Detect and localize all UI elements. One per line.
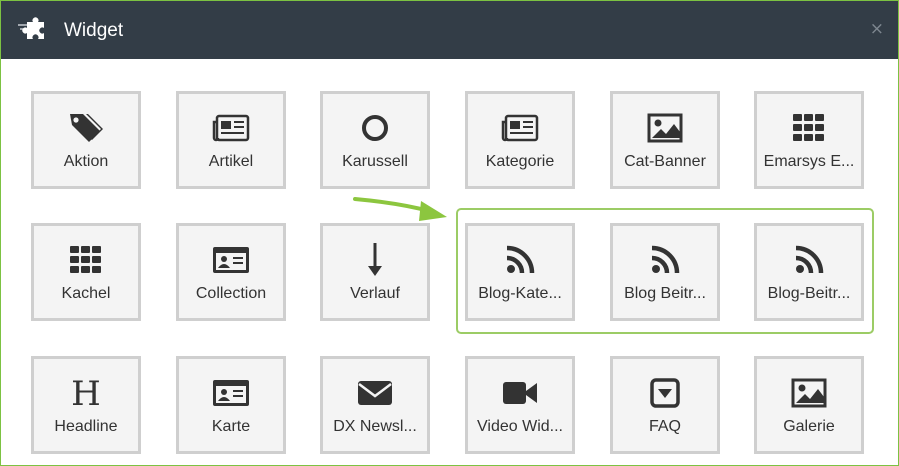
image-icon — [613, 111, 717, 145]
widget-tile[interactable]: Kategorie — [465, 91, 575, 189]
widget-tile-label: FAQ — [648, 418, 681, 435]
widget-tile[interactable]: DX Newsl... — [320, 356, 430, 454]
widget-tile[interactable]: Verlauf — [320, 223, 430, 321]
widget-tile[interactable]: Collection — [176, 223, 286, 321]
widget-tile[interactable]: Emarsys E... — [754, 91, 864, 189]
widget-tile-label: Blog-Beitr... — [767, 285, 851, 302]
widget-tile-label: Karte — [211, 418, 251, 435]
rss-icon — [468, 243, 572, 277]
circle-icon — [323, 111, 427, 145]
widget-tile-label: Kategorie — [485, 153, 555, 170]
widget-tile[interactable]: FAQ — [610, 356, 720, 454]
image-icon — [757, 376, 861, 410]
widget-tile[interactable]: Blog-Kate... — [465, 223, 575, 321]
widget-tile-label: DX Newsl... — [333, 418, 417, 435]
widget-tile[interactable]: H Headline — [31, 356, 141, 454]
widget-dialog: Widget × Aktion Artikel Karussell Kategorie… — [0, 0, 899, 466]
envelope-icon — [323, 376, 427, 410]
grid-icon — [757, 111, 861, 145]
widget-tile-label: Karussell — [342, 153, 408, 170]
widget-tile-label: Cat-Banner — [624, 153, 706, 170]
widget-tile[interactable]: Galerie — [754, 356, 864, 454]
widget-tile[interactable]: Video Wid... — [465, 356, 575, 454]
widget-tile-label: Blog Beitr... — [624, 285, 706, 302]
close-icon[interactable]: × — [870, 21, 884, 38]
widget-tile-label: Artikel — [208, 153, 254, 170]
newspaper-icon — [179, 111, 283, 145]
id-card-icon — [179, 243, 283, 277]
widget-tile[interactable]: Cat-Banner — [610, 91, 720, 189]
rss-icon — [757, 243, 861, 277]
widget-tile-label: Blog-Kate... — [478, 285, 562, 302]
widget-tile-label: Emarsys E... — [763, 153, 855, 170]
heading-icon: H — [34, 376, 138, 410]
widget-tile[interactable]: Kachel — [31, 223, 141, 321]
widget-tile-label: Collection — [195, 285, 267, 302]
video-camera-icon — [468, 376, 572, 410]
widget-tile[interactable]: Karussell — [320, 91, 430, 189]
arrow-down-icon — [323, 243, 427, 277]
widget-tile[interactable]: Blog Beitr... — [610, 223, 720, 321]
svg-text:H: H — [71, 376, 101, 410]
widget-tile[interactable]: Karte — [176, 356, 286, 454]
tag-icon — [34, 111, 138, 145]
newspaper-icon — [468, 111, 572, 145]
widget-tile[interactable]: Artikel — [176, 91, 286, 189]
widget-tile-label: Headline — [54, 418, 118, 435]
widget-tile-label: Galerie — [783, 418, 835, 435]
widget-tile-label: Verlauf — [350, 285, 400, 302]
widget-tile-label: Kachel — [61, 285, 111, 302]
dialog-header: Widget × — [1, 1, 898, 59]
grid-icon — [34, 243, 138, 277]
dialog-title: Widget — [64, 20, 124, 41]
widget-tile-label: Aktion — [63, 153, 109, 170]
widget-tile[interactable]: Aktion — [31, 91, 141, 189]
rss-icon — [613, 243, 717, 277]
widget-tile[interactable]: Blog-Beitr... — [754, 223, 864, 321]
pointer-arrow — [353, 197, 447, 221]
caret-square-down-icon — [613, 376, 717, 410]
widget-tile-label: Video Wid... — [477, 418, 563, 435]
puzzle-logo-icon — [18, 17, 44, 39]
id-card-icon — [179, 376, 283, 410]
